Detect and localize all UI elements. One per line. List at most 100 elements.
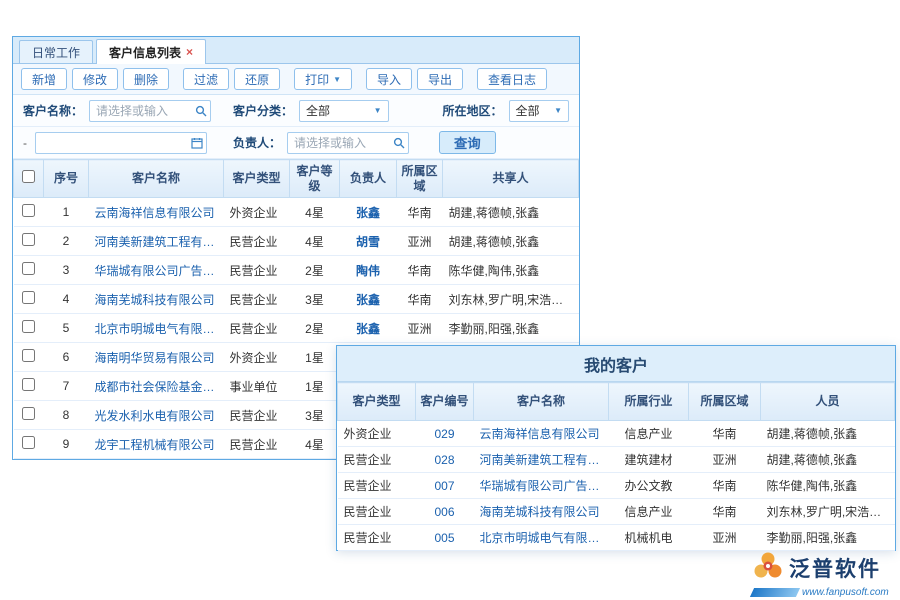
owner-link[interactable]: 陶伟 (340, 256, 397, 285)
select-all-checkbox[interactable] (22, 170, 35, 183)
staff: 刘东林,罗广明,宋浩然,张鑫 (761, 499, 895, 525)
search-icon[interactable] (393, 137, 405, 152)
tab-label: 客户信息列表 (109, 44, 181, 61)
delete-label: 删除 (134, 71, 158, 88)
customer-name-link[interactable]: 海南芜城科技有限公司 (89, 285, 224, 314)
customer-category-select[interactable]: 全部 ▼ (299, 100, 389, 122)
tab-bar: 日常工作 客户信息列表 × (13, 37, 579, 64)
filter-area: 客户名称： 客户分类： 全部 ▼ 所在地区： 全部 ▼ - (13, 95, 579, 159)
print-button[interactable]: 打印 ▼ (294, 68, 352, 90)
row-checkbox[interactable] (22, 349, 35, 362)
customer-name-link[interactable]: 北京市明城电气有限公司 (89, 314, 224, 343)
filter-button[interactable]: 过滤 (183, 68, 229, 90)
table-row[interactable]: 4海南芜城科技有限公司民营企业3星张鑫华南刘东林,罗广明,宋浩然,张鑫 (14, 285, 579, 314)
customer-code-link[interactable]: 006 (416, 499, 474, 525)
customer-name-link[interactable]: 云南海祥信息有限公司 (89, 198, 224, 227)
customer-name-input[interactable] (89, 100, 211, 122)
brand-name: 泛普软件 (789, 553, 881, 583)
customer-name-link[interactable]: 海南芜城科技有限公司 (474, 499, 609, 525)
restore-button[interactable]: 还原 (234, 68, 280, 90)
owner-label: 负责人： (233, 134, 281, 151)
row-checkbox[interactable] (22, 291, 35, 304)
tab-customer-list[interactable]: 客户信息列表 × (96, 39, 206, 64)
customer-name-label: 客户名称： (23, 102, 83, 119)
owner-input[interactable] (287, 132, 409, 154)
region-select[interactable]: 全部 ▼ (509, 100, 569, 122)
list-item[interactable]: 民营企业006海南芜城科技有限公司信息产业华南刘东林,罗广明,宋浩然,张鑫 (338, 499, 895, 525)
customer-type: 民营企业 (224, 227, 290, 256)
shared-with: 胡建,蒋德帧,张鑫 (443, 198, 579, 227)
list-item[interactable]: 民营企业007华瑞城有限公司广告设计部办公文教华南陈华健,陶伟,张鑫 (338, 473, 895, 499)
row-checkbox[interactable] (22, 233, 35, 246)
date-input[interactable] (35, 132, 207, 154)
customer-level: 3星 (290, 285, 340, 314)
restore-label: 还原 (245, 71, 269, 88)
table-row[interactable]: 2河南美新建筑工程有限公司民营企业4星胡雪亚洲胡建,蒋德帧,张鑫 (14, 227, 579, 256)
owner-link[interactable]: 张鑫 (340, 314, 397, 343)
region: 华南 (397, 198, 443, 227)
add-label: 新增 (32, 71, 56, 88)
customer-name-link[interactable]: 河南美新建筑工程有限公司 (89, 227, 224, 256)
view-log-label: 查看日志 (488, 71, 536, 88)
col-header-no: 序号 (44, 160, 89, 198)
row-checkbox[interactable] (22, 320, 35, 333)
calendar-icon[interactable] (191, 137, 203, 152)
tab-daily-work[interactable]: 日常工作 (19, 40, 93, 63)
row-checkbox[interactable] (22, 204, 35, 217)
search-icon[interactable] (195, 105, 207, 120)
view-log-button[interactable]: 查看日志 (477, 68, 547, 90)
row-checkbox[interactable] (22, 378, 35, 391)
row-checkbox-cell (14, 256, 44, 285)
delete-button[interactable]: 删除 (123, 68, 169, 90)
region: 亚洲 (397, 314, 443, 343)
row-checkbox-cell (14, 198, 44, 227)
my-customers-title: 我的客户 (337, 346, 895, 382)
region-label: 所在地区： (443, 102, 503, 119)
close-icon[interactable]: × (186, 45, 193, 59)
col-header-type: 客户类型 (338, 383, 416, 421)
staff: 陈华健,陶伟,张鑫 (761, 473, 895, 499)
row-checkbox[interactable] (22, 407, 35, 420)
list-item[interactable]: 民营企业028河南美新建筑工程有限公司建筑建材亚洲胡建,蒋德帧,张鑫 (338, 447, 895, 473)
customer-name-link[interactable]: 北京市明城电气有限公司 (474, 525, 609, 551)
customer-type: 外资企业 (224, 343, 290, 372)
customer-type: 民营企业 (224, 314, 290, 343)
table-row[interactable]: 5北京市明城电气有限公司民营企业2星张鑫亚洲李勤丽,阳强,张鑫 (14, 314, 579, 343)
customer-code-link[interactable]: 005 (416, 525, 474, 551)
region: 华南 (689, 473, 761, 499)
customer-name-link[interactable]: 华瑞城有限公司广告设计部 (474, 473, 609, 499)
edit-button[interactable]: 修改 (72, 68, 118, 90)
row-checkbox-cell (14, 227, 44, 256)
customer-name-link[interactable]: 海南明华贸易有限公司 (89, 343, 224, 372)
row-checkbox[interactable] (22, 436, 35, 449)
customer-code-link[interactable]: 029 (416, 421, 474, 447)
query-button[interactable]: 查询 (439, 131, 496, 154)
export-button[interactable]: 导出 (417, 68, 463, 90)
customer-name-link[interactable]: 河南美新建筑工程有限公司 (474, 447, 609, 473)
owner-link[interactable]: 胡雪 (340, 227, 397, 256)
table-row[interactable]: 1云南海祥信息有限公司外资企业4星张鑫华南胡建,蒋德帧,张鑫 (14, 198, 579, 227)
add-button[interactable]: 新增 (21, 68, 67, 90)
owner-link[interactable]: 张鑫 (340, 285, 397, 314)
customer-level: 4星 (290, 430, 340, 459)
table-row[interactable]: 3华瑞城有限公司广告设计部民营企业2星陶伟华南陈华健,陶伟,张鑫 (14, 256, 579, 285)
list-item[interactable]: 民营企业005北京市明城电气有限公司机械机电亚洲李勤丽,阳强,张鑫 (338, 525, 895, 551)
row-index: 4 (44, 285, 89, 314)
customer-name-link[interactable]: 云南海祥信息有限公司 (474, 421, 609, 447)
category-value: 全部 (306, 102, 330, 119)
row-index: 8 (44, 401, 89, 430)
customer-name-link[interactable]: 龙宇工程机械有限公司 (89, 430, 224, 459)
row-checkbox[interactable] (22, 262, 35, 275)
list-item[interactable]: 外资企业029云南海祥信息有限公司信息产业华南胡建,蒋德帧,张鑫 (338, 421, 895, 447)
customer-name-link[interactable]: 成都市社会保险基金管理... (89, 372, 224, 401)
customer-code-link[interactable]: 028 (416, 447, 474, 473)
region: 华南 (397, 285, 443, 314)
customer-name-link[interactable]: 光发水利水电有限公司 (89, 401, 224, 430)
import-button[interactable]: 导入 (366, 68, 412, 90)
customer-name-link[interactable]: 华瑞城有限公司广告设计部 (89, 256, 224, 285)
row-checkbox-cell (14, 343, 44, 372)
customer-type: 民营企业 (224, 256, 290, 285)
customer-code-link[interactable]: 007 (416, 473, 474, 499)
owner-link[interactable]: 张鑫 (340, 198, 397, 227)
col-header-name: 客户名称 (474, 383, 609, 421)
